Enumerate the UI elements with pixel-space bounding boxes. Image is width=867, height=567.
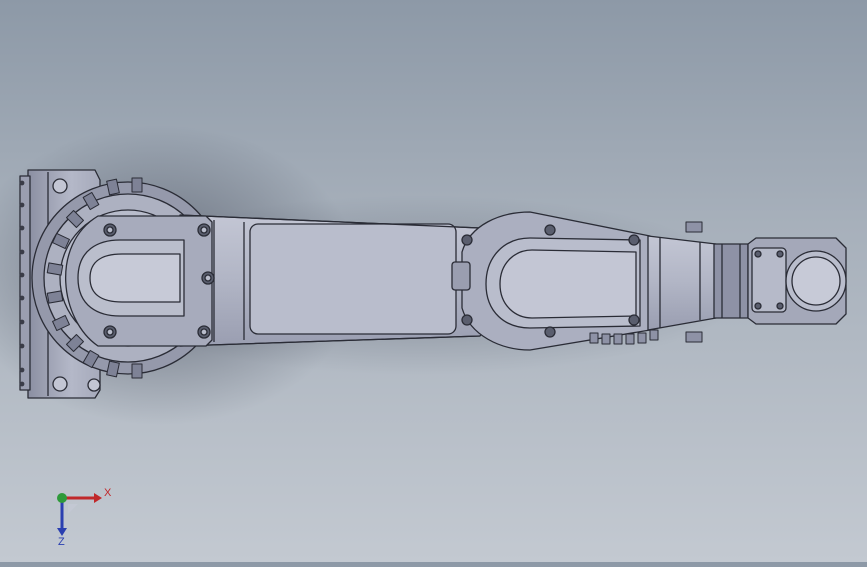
x-axis-label: X <box>104 487 112 499</box>
z-axis-label: Z <box>58 536 65 546</box>
wrist-unit <box>713 237 847 325</box>
z-axis-head <box>57 528 67 536</box>
forearm <box>647 235 717 331</box>
lower-arm <box>179 214 489 347</box>
robot-arm-model <box>0 125 847 425</box>
axis-triad: X Z <box>48 482 118 548</box>
x-axis-head <box>94 493 102 503</box>
shoulder-housing <box>65 215 215 347</box>
cad-viewport[interactable]: X Z <box>0 0 867 562</box>
y-axis-dot <box>57 493 67 503</box>
